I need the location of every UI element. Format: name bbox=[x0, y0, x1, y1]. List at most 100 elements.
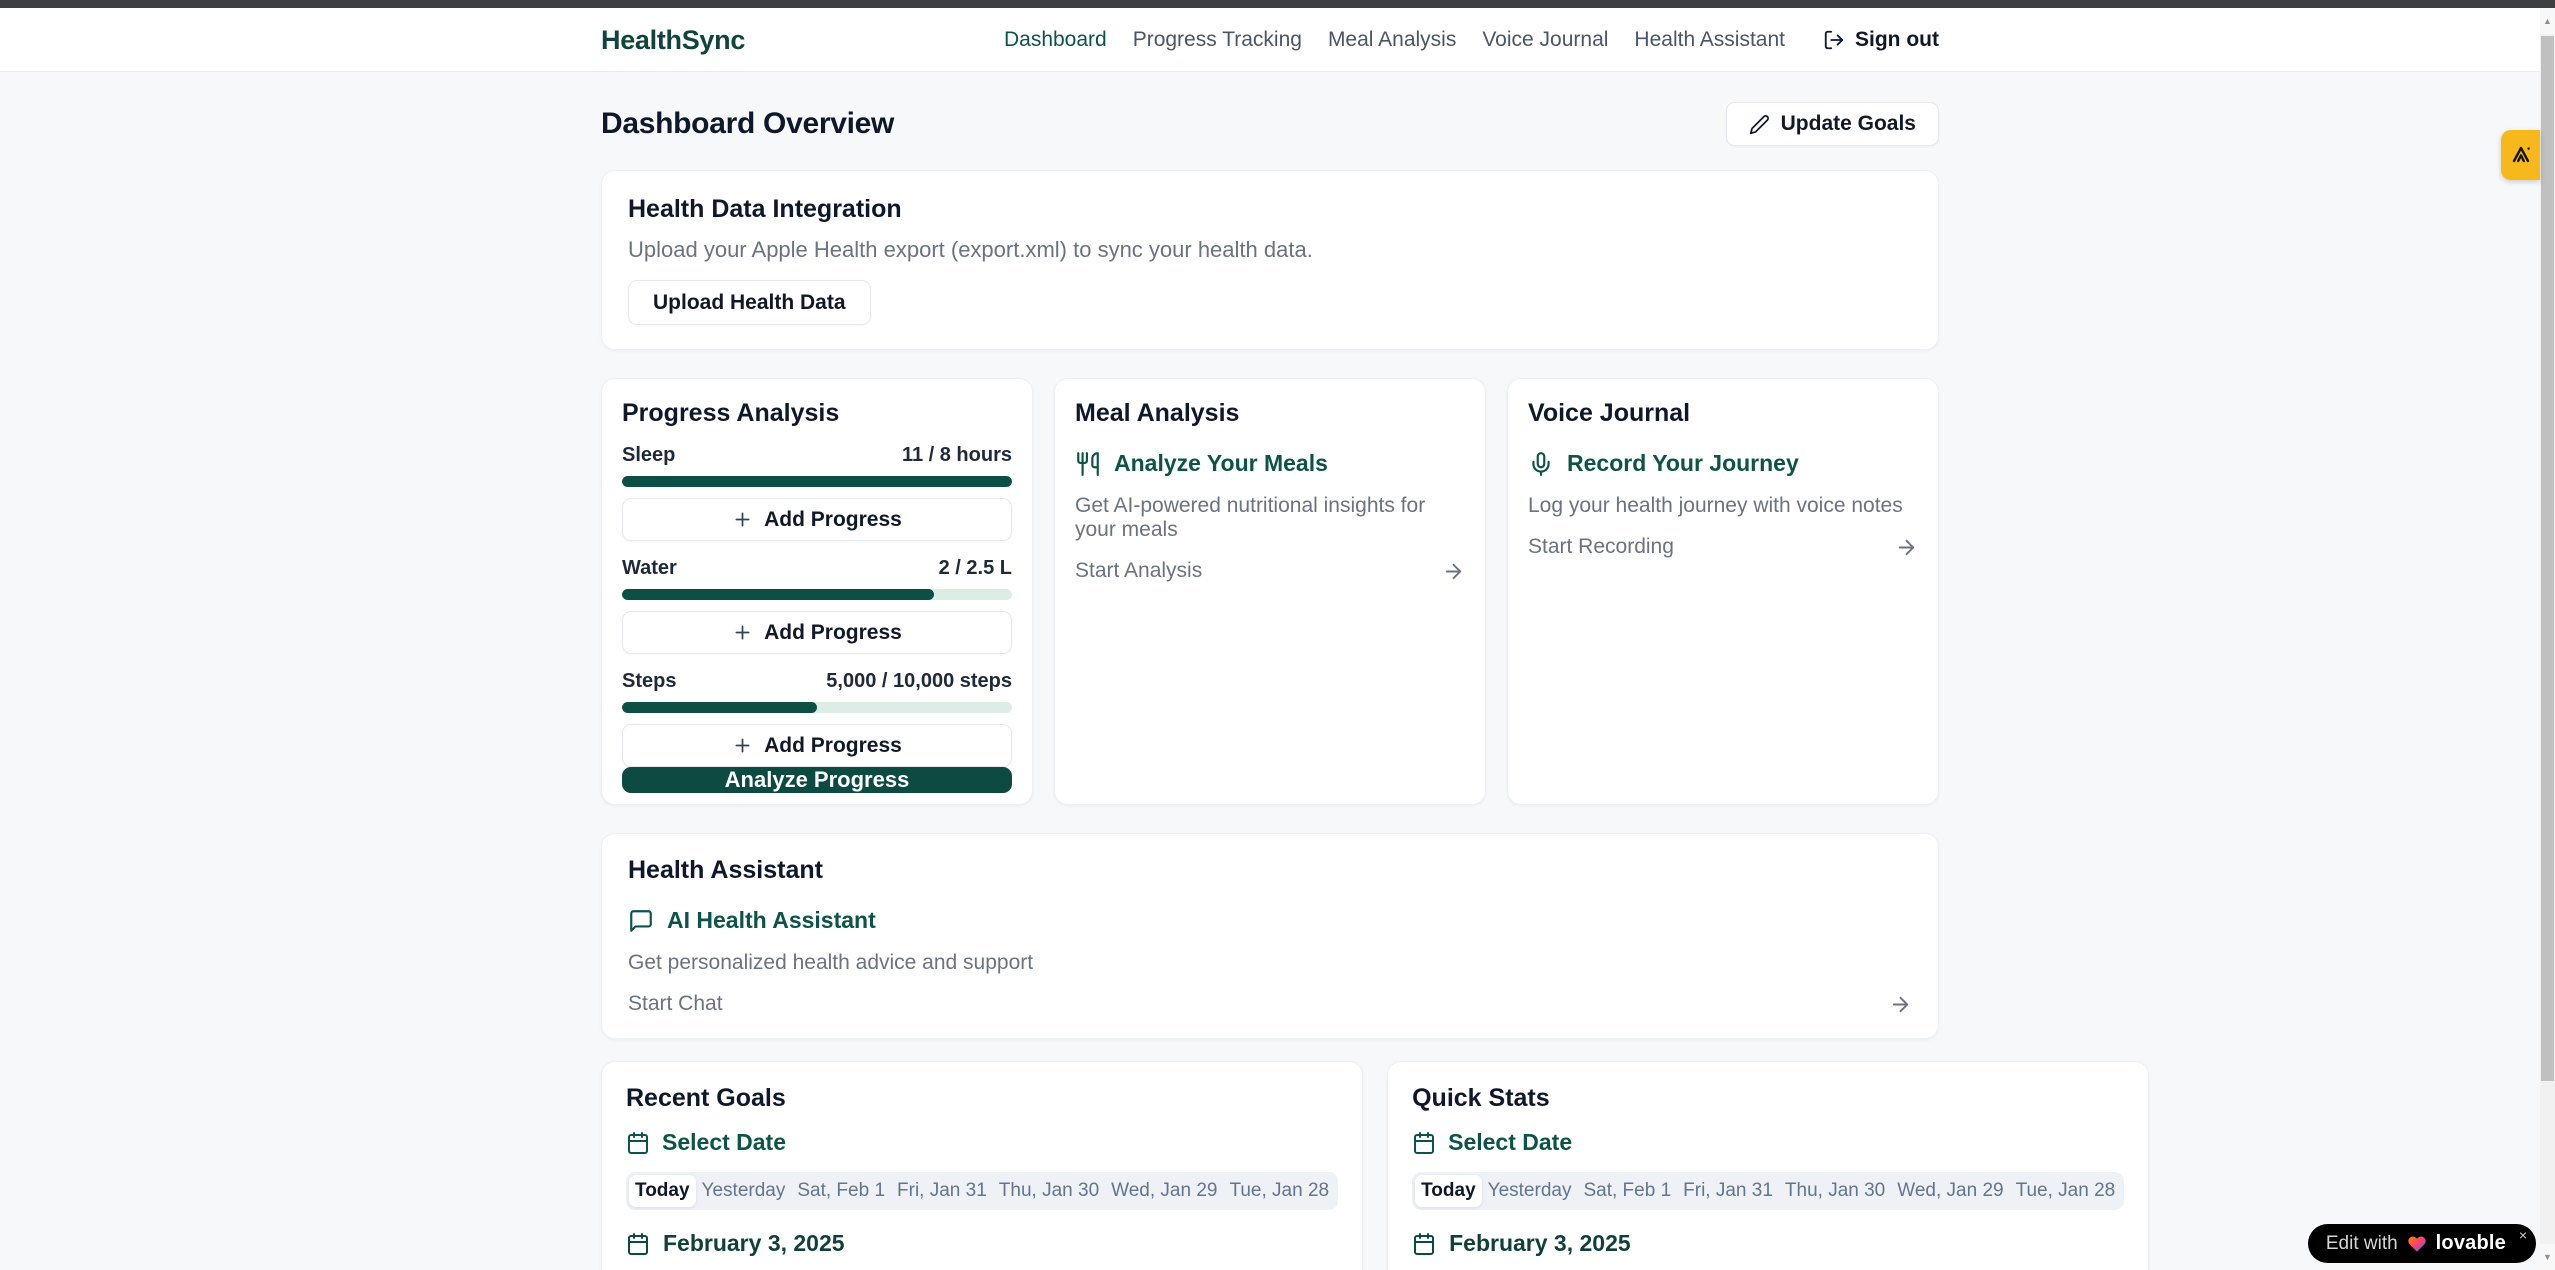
sleep-progress-bar bbox=[622, 476, 1012, 487]
add-progress-label: Add Progress bbox=[764, 508, 902, 532]
arrow-right-icon bbox=[1889, 993, 1912, 1016]
sign-out-button[interactable]: Sign out bbox=[1823, 28, 1939, 52]
tab-yesterday[interactable]: Yesterday bbox=[696, 1175, 792, 1207]
utensils-icon bbox=[1075, 451, 1101, 477]
health-assistant-title: Health Assistant bbox=[628, 856, 1912, 885]
steps-progress-bar bbox=[622, 702, 1012, 713]
voice-journal-description: Log your health journey with voice notes bbox=[1528, 494, 1918, 518]
add-progress-label: Add Progress bbox=[764, 621, 902, 645]
tab-sat-feb-1[interactable]: Sat, Feb 1 bbox=[1577, 1175, 1677, 1207]
sign-out-label: Sign out bbox=[1855, 28, 1939, 52]
tab-fri-jan-31[interactable]: Fri, Jan 31 bbox=[1677, 1175, 1779, 1207]
water-add-progress-button[interactable]: Add Progress bbox=[622, 611, 1012, 654]
plus-icon bbox=[732, 622, 753, 643]
recent-goals-date-tabs: Today Yesterday Sat, Feb 1 Fri, Jan 31 T… bbox=[626, 1172, 1338, 1210]
lovable-side-widget-tab[interactable] bbox=[2501, 130, 2540, 180]
update-goals-button[interactable]: Update Goals bbox=[1726, 102, 1939, 146]
heart-icon bbox=[2407, 1234, 2427, 1254]
tab-sat-feb-1[interactable]: Sat, Feb 1 bbox=[791, 1175, 891, 1207]
nav-health-assistant[interactable]: Health Assistant bbox=[1634, 28, 1785, 52]
voice-journal-card: Voice Journal Record Your Journey Log yo… bbox=[1507, 378, 1939, 805]
tab-tue-jan-28[interactable]: Tue, Jan 28 bbox=[1223, 1175, 1335, 1207]
edit-with-lovable-badge[interactable]: Edit with lovable × bbox=[2308, 1224, 2536, 1263]
analyze-your-meals-label: Analyze Your Meals bbox=[1114, 450, 1328, 477]
app-logo[interactable]: HealthSync bbox=[601, 25, 745, 56]
steps-add-progress-button[interactable]: Add Progress bbox=[622, 724, 1012, 767]
tab-tue-jan-28[interactable]: Tue, Jan 28 bbox=[2010, 1175, 2122, 1207]
tab-today[interactable]: Today bbox=[629, 1175, 696, 1207]
voice-journal-title: Voice Journal bbox=[1528, 399, 1918, 428]
quick-stats-card: Quick Stats Select Date Today Yesterday … bbox=[1387, 1061, 2149, 1270]
scrollbar-up-arrow-icon[interactable]: ▲ bbox=[2540, 8, 2555, 34]
recent-goals-title: Recent Goals bbox=[626, 1084, 1338, 1113]
logout-icon bbox=[1823, 29, 1845, 51]
page-title: Dashboard Overview bbox=[601, 107, 894, 141]
sleep-label: Sleep bbox=[622, 444, 675, 467]
tab-thu-jan-30[interactable]: Thu, Jan 30 bbox=[1779, 1175, 1891, 1207]
quick-stats-select-date[interactable]: Select Date bbox=[1412, 1129, 2124, 1156]
plus-icon bbox=[732, 735, 753, 756]
tab-today[interactable]: Today bbox=[1415, 1175, 1482, 1207]
start-analysis-label: Start Analysis bbox=[1075, 559, 1202, 583]
health-data-description: Upload your Apple Health export (export.… bbox=[628, 237, 1912, 263]
chat-bubble-icon bbox=[628, 908, 654, 934]
scrollbar-down-arrow-icon[interactable]: ▼ bbox=[2540, 1244, 2555, 1270]
health-data-integration-card: Health Data Integration Upload your Appl… bbox=[601, 170, 1939, 350]
sleep-progress-block: Sleep 11 / 8 hours Add Progress bbox=[622, 444, 1012, 541]
health-assistant-card: Health Assistant AI Health Assistant Get… bbox=[601, 833, 1939, 1039]
progress-analysis-title: Progress Analysis bbox=[622, 399, 1012, 428]
record-your-journey-link[interactable]: Record Your Journey bbox=[1528, 450, 1918, 477]
start-chat-link[interactable]: Start Chat bbox=[628, 992, 1912, 1016]
upload-health-data-button[interactable]: Upload Health Data bbox=[628, 280, 871, 325]
quick-stats-selected-date: February 3, 2025 bbox=[1412, 1230, 2124, 1257]
calendar-icon bbox=[1412, 1131, 1436, 1155]
recent-goals-selected-date: February 3, 2025 bbox=[626, 1230, 1338, 1257]
record-your-journey-label: Record Your Journey bbox=[1567, 450, 1799, 477]
quick-stats-date-tabs: Today Yesterday Sat, Feb 1 Fri, Jan 31 T… bbox=[1412, 1172, 2124, 1210]
main-content: Dashboard Overview Update Goals Health D… bbox=[601, 72, 1939, 1270]
vertical-scrollbar[interactable]: ▲ ▼ bbox=[2540, 8, 2555, 1270]
meal-analysis-description: Get AI-powered nutritional insights for … bbox=[1075, 494, 1465, 542]
nav-meal-analysis[interactable]: Meal Analysis bbox=[1328, 28, 1456, 52]
start-recording-link[interactable]: Start Recording bbox=[1528, 535, 1918, 559]
select-date-label: Select Date bbox=[1448, 1129, 1572, 1156]
nav-dashboard[interactable]: Dashboard bbox=[1004, 28, 1107, 52]
progress-analysis-card: Progress Analysis Sleep 11 / 8 hours Add… bbox=[601, 378, 1033, 805]
ai-health-assistant-label: AI Health Assistant bbox=[667, 907, 876, 934]
tab-wed-jan-29[interactable]: Wed, Jan 29 bbox=[1105, 1175, 1223, 1207]
analyze-progress-button[interactable]: Analyze Progress bbox=[622, 767, 1012, 793]
page-viewport: HealthSync Dashboard Progress Tracking M… bbox=[0, 8, 2540, 1270]
recent-goals-select-date[interactable]: Select Date bbox=[626, 1129, 1338, 1156]
recent-goals-card: Recent Goals Select Date Today Yesterday… bbox=[601, 1061, 1363, 1270]
calendar-icon bbox=[626, 1131, 650, 1155]
start-chat-label: Start Chat bbox=[628, 992, 723, 1016]
edit-with-label: Edit with bbox=[2326, 1233, 2398, 1255]
plus-icon bbox=[732, 509, 753, 530]
water-progress-bar bbox=[622, 589, 1012, 600]
steps-label: Steps bbox=[622, 670, 676, 693]
tab-thu-jan-30[interactable]: Thu, Jan 30 bbox=[993, 1175, 1105, 1207]
water-label: Water bbox=[622, 557, 677, 580]
microphone-icon bbox=[1528, 451, 1554, 477]
update-goals-label: Update Goals bbox=[1781, 112, 1916, 136]
tab-wed-jan-29[interactable]: Wed, Jan 29 bbox=[1891, 1175, 2009, 1207]
add-progress-label: Add Progress bbox=[764, 734, 902, 758]
scrollbar-thumb[interactable] bbox=[2541, 36, 2554, 1081]
sleep-add-progress-button[interactable]: Add Progress bbox=[622, 498, 1012, 541]
caret-logo-icon bbox=[2509, 143, 2533, 167]
start-recording-label: Start Recording bbox=[1528, 535, 1674, 559]
tab-fri-jan-31[interactable]: Fri, Jan 31 bbox=[891, 1175, 993, 1207]
analyze-your-meals-link[interactable]: Analyze Your Meals bbox=[1075, 450, 1465, 477]
pencil-icon bbox=[1749, 114, 1770, 135]
close-icon[interactable]: × bbox=[2519, 1227, 2527, 1243]
meal-analysis-title: Meal Analysis bbox=[1075, 399, 1465, 428]
ai-health-assistant-link[interactable]: AI Health Assistant bbox=[628, 907, 1912, 934]
nav-voice-journal[interactable]: Voice Journal bbox=[1482, 28, 1608, 52]
tab-yesterday[interactable]: Yesterday bbox=[1482, 1175, 1578, 1207]
start-analysis-link[interactable]: Start Analysis bbox=[1075, 559, 1465, 583]
nav-progress-tracking[interactable]: Progress Tracking bbox=[1133, 28, 1302, 52]
meal-analysis-card: Meal Analysis Analyze Your Meals Get AI-… bbox=[1054, 378, 1486, 805]
lovable-label: lovable bbox=[2436, 1232, 2506, 1255]
calendar-icon bbox=[1412, 1232, 1436, 1256]
arrow-right-icon bbox=[1895, 536, 1918, 559]
